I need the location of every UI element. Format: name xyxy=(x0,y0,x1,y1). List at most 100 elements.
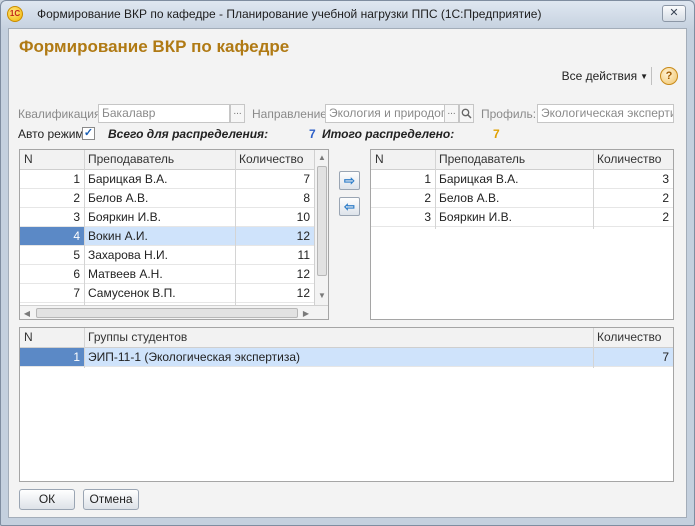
column-header-count[interactable]: Количество xyxy=(593,150,673,169)
profile-field[interactable]: Экологическая экспертиз xyxy=(537,104,674,123)
direction-field[interactable]: Экология и природопо xyxy=(325,104,445,123)
row-count: 8 xyxy=(303,191,310,205)
qualification-select-button[interactable]: ... xyxy=(230,104,245,123)
title-bar[interactable]: 1С Формирование ВКР по кафедре - Планиро… xyxy=(1,1,694,27)
table-row[interactable]: 2 Белов А.В. 8 xyxy=(20,189,314,208)
table-row[interactable]: 3 Бояркин И.В. 10 xyxy=(20,208,314,227)
row-number: 4 xyxy=(20,227,84,245)
row-teacher: Матвеев А.Н. xyxy=(88,267,163,281)
row-number: 7 xyxy=(73,286,80,300)
profile-label: Профиль: xyxy=(481,107,537,121)
row-teacher: Белов А.В. xyxy=(439,191,500,205)
assigned-teachers-table: N Преподаватель Количество 1 Барицкая В.А… xyxy=(370,149,674,320)
row-count: 12 xyxy=(296,267,310,281)
help-button[interactable]: ? xyxy=(660,67,678,85)
scroll-thumb[interactable] xyxy=(36,308,298,318)
row-teacher: Барицкая В.А. xyxy=(88,172,168,186)
distributed-value: 7 xyxy=(493,127,500,141)
scroll-left-icon[interactable]: ◀ xyxy=(20,306,34,319)
column-divider xyxy=(593,328,594,368)
row-number: 3 xyxy=(424,210,431,224)
move-right-arrow-icon[interactable]: ⇨ xyxy=(339,171,360,190)
table-row[interactable]: 7 Самусенок В.П. 12 xyxy=(20,284,314,303)
column-divider xyxy=(235,150,236,306)
direction-search-icon[interactable] xyxy=(459,104,474,123)
column-header-count[interactable]: Количество xyxy=(235,150,314,169)
row-count: 2 xyxy=(662,191,669,205)
row-teacher: Бояркин И.В. xyxy=(439,210,512,224)
column-header-count[interactable]: Количество xyxy=(593,328,673,347)
row-teacher: Барицкая В.А. xyxy=(439,172,519,186)
row-count: 3 xyxy=(662,172,669,186)
table-row[interactable]: 2 Белов А.В. 2 xyxy=(371,189,673,208)
close-button[interactable]: ✕ xyxy=(662,5,686,22)
column-header-teacher[interactable]: Преподаватель xyxy=(435,150,593,169)
auto-mode-checkbox[interactable]: ✓ xyxy=(82,127,95,140)
app-window: 1С Формирование ВКР по кафедре - Планиро… xyxy=(0,0,695,526)
scroll-up-icon[interactable]: ▲ xyxy=(315,150,328,165)
all-actions-menu[interactable]: Все действия ▼ xyxy=(562,69,648,83)
row-number: 2 xyxy=(424,191,431,205)
qualification-field[interactable]: Бакалавр xyxy=(98,104,230,123)
row-teacher: Самусенок В.П. xyxy=(88,286,176,300)
row-number: 1 xyxy=(73,172,80,186)
row-count: 12 xyxy=(296,229,310,243)
vertical-scrollbar[interactable]: ▲ ▼ xyxy=(314,150,328,305)
table-row[interactable]: 1 Барицкая В.А. 3 xyxy=(371,170,673,189)
row-count: 2 xyxy=(662,210,669,224)
all-actions-label: Все действия xyxy=(561,69,638,83)
row-count: 11 xyxy=(297,248,310,262)
column-header-n[interactable]: N xyxy=(20,328,84,347)
row-teacher: Захарова Н.И. xyxy=(88,248,169,262)
row-count: 7 xyxy=(662,350,669,364)
scroll-down-icon[interactable]: ▼ xyxy=(315,288,328,303)
scroll-thumb[interactable] xyxy=(317,166,327,276)
table-row[interactable]: 3 Бояркин И.В. 2 xyxy=(371,208,673,227)
ok-button[interactable]: ОК xyxy=(19,489,75,510)
to-distribute-label: Всего для распределения: xyxy=(108,127,269,141)
row-group: ЭИП-11-1 (Экологическая экспертиза) xyxy=(88,350,301,364)
scroll-right-icon[interactable]: ▶ xyxy=(299,306,313,319)
column-divider xyxy=(435,150,436,229)
move-left-arrow-icon[interactable]: ⇦ xyxy=(339,197,360,216)
table-row[interactable]: 1 ЭИП-11-1 (Экологическая экспертиза) 7 xyxy=(20,348,673,367)
table-row[interactable]: 5 Захарова Н.И. 11 xyxy=(20,246,314,265)
row-number: 1 xyxy=(20,348,84,366)
dropdown-caret-icon: ▼ xyxy=(640,72,648,81)
auto-mode-label: Авто режим: xyxy=(18,127,88,141)
assigned-table-header: N Преподаватель Количество xyxy=(371,150,673,170)
distributed-label: Итого распределено: xyxy=(322,127,455,141)
groups-table-header: N Группы студентов Количество xyxy=(20,328,673,348)
toolbar-divider xyxy=(651,67,652,85)
column-divider xyxy=(84,328,85,368)
row-number: 3 xyxy=(73,210,80,224)
row-teacher: Вокин А.И. xyxy=(88,229,148,243)
column-header-groups[interactable]: Группы студентов xyxy=(84,328,593,347)
row-number: 1 xyxy=(424,172,431,186)
form-client-area: Формирование ВКР по кафедре Все действия… xyxy=(8,28,687,518)
direction-select-button[interactable]: ... xyxy=(444,104,459,123)
row-count: 10 xyxy=(296,210,310,224)
row-teacher: Бояркин И.В. xyxy=(88,210,161,224)
column-divider xyxy=(84,150,85,306)
1c-logo-icon: 1С xyxy=(7,6,23,22)
window-title: Формирование ВКР по кафедре - Планирован… xyxy=(37,7,542,21)
form-title: Формирование ВКР по кафедре xyxy=(19,37,290,56)
column-header-teacher[interactable]: Преподаватель xyxy=(84,150,235,169)
teachers-table-header: N Преподаватель Количество xyxy=(20,150,314,170)
table-row[interactable]: 1 Барицкая В.А. 7 xyxy=(20,170,314,189)
row-count: 12 xyxy=(296,286,310,300)
row-teacher: Белов А.В. xyxy=(88,191,149,205)
column-header-n[interactable]: N xyxy=(371,150,435,169)
cancel-button[interactable]: Отмена xyxy=(83,489,139,510)
column-header-n[interactable]: N xyxy=(20,150,84,169)
column-divider xyxy=(593,150,594,229)
qualification-label: Квалификация: xyxy=(18,107,104,121)
table-row[interactable]: 6 Матвеев А.Н. 12 xyxy=(20,265,314,284)
to-distribute-value: 7 xyxy=(309,127,316,141)
row-number: 5 xyxy=(73,248,80,262)
horizontal-scrollbar[interactable]: ◀ ▶ xyxy=(20,305,328,319)
table-row[interactable]: 4 Вокин А.И. 12 xyxy=(20,227,314,246)
direction-label: Направление: xyxy=(252,107,331,121)
row-number: 6 xyxy=(73,267,80,281)
